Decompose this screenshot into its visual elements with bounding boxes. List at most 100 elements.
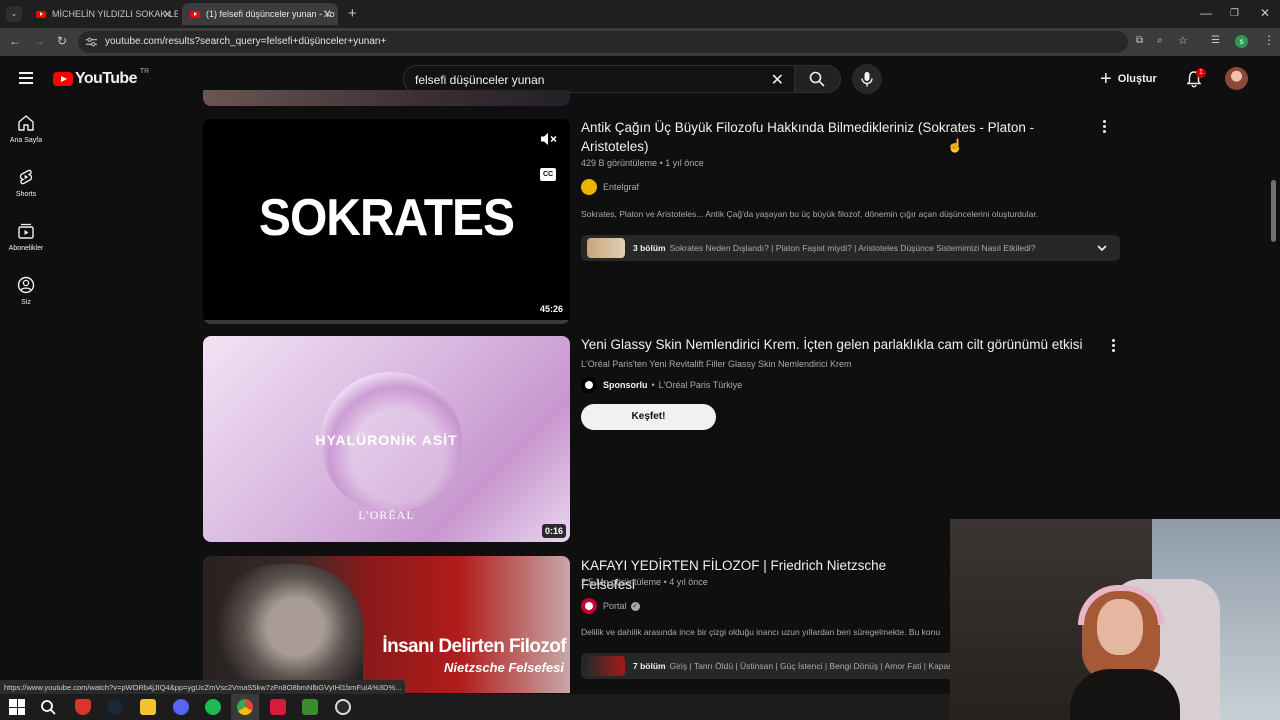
ad-thumbnail[interactable]: HYALÜRONİK ASİT L'ORÉAL 0:16: [203, 336, 570, 542]
sidebar-item-subscriptions[interactable]: Abonelikler: [0, 222, 52, 252]
home-icon: [18, 115, 34, 131]
sidebar-item-home[interactable]: Ana Sayfa: [0, 114, 52, 144]
advertiser-name: L'Oréal Paris Türkiye: [658, 380, 743, 390]
video-title-line: Aristoteles): [581, 139, 649, 154]
chapters-row[interactable]: 3 bölüm Sokrates Neden Dışlandı? | Plato…: [581, 235, 1120, 261]
ad-title[interactable]: Yeni Glassy Skin Nemlendirici Krem. İçte…: [581, 335, 1101, 354]
voice-search-button[interactable]: [852, 64, 882, 94]
youtube-logo[interactable]: YouTube TR: [53, 67, 150, 88]
address-bar[interactable]: youtube.com/results?search_query=felsefi…: [78, 31, 1188, 53]
thumbnail-subline: Nietzsche Felsefesi: [444, 660, 564, 675]
sidebar-item-label: Siz: [21, 299, 31, 306]
chapter-count: 3 bölüm: [633, 243, 666, 253]
browser-tab[interactable]: MİCHELİN YILDIZLI SOKAK LEZZ... ✕: [28, 3, 178, 25]
chapter-count: 7 bölüm: [633, 661, 666, 671]
video-thumbnail[interactable]: İnsanı Delirten Filozof Nietzsche Felsef…: [203, 556, 570, 693]
brand-mark: L'ORÉAL: [358, 508, 415, 522]
browser-tab-active[interactable]: (1) felsefi düşünceler yunan - Yo ✕: [182, 3, 338, 25]
verified-badge-icon: ✓: [630, 601, 640, 611]
tab-title: (1) felsefi düşünceler yunan - Yo: [206, 9, 335, 19]
file-explorer-icon[interactable]: [140, 699, 156, 715]
thumbnail-headline: İnsanı Delirten Filozof: [382, 636, 566, 657]
sidebar-item-label: Abonelikler: [8, 245, 44, 252]
discord-icon[interactable]: [173, 699, 189, 715]
shield-app-icon[interactable]: [75, 699, 91, 715]
install-app-icon[interactable]: ⧉: [1136, 35, 1143, 46]
mute-icon[interactable]: [540, 132, 558, 146]
shorts-icon: [19, 169, 33, 185]
video-thumbnail[interactable]: SOKRATES CC 45:26: [203, 119, 570, 324]
sidebar-item-label: Shorts: [15, 191, 37, 198]
advertiser-link[interactable]: Sponsorlu • L'Oréal Paris Türkiye: [581, 377, 742, 393]
zoom-icon[interactable]: ⌕: [1157, 35, 1163, 46]
video-title[interactable]: KAFAYI YEDİRTEN FİLOZOF | Friedrich Niet…: [581, 556, 941, 594]
progress-track[interactable]: [203, 320, 570, 324]
video-thumbnail[interactable]: [203, 90, 570, 106]
video-meta: 2,5 Mn görüntüleme • 4 yıl önce: [581, 577, 708, 587]
youtube-favicon-icon: [190, 10, 200, 18]
minimize-icon[interactable]: —: [1200, 6, 1212, 20]
closed-captions-icon[interactable]: CC: [540, 168, 556, 181]
windows-start-icon[interactable]: [9, 699, 25, 715]
spotify-icon[interactable]: [205, 699, 221, 715]
microphone-icon: [861, 72, 873, 87]
hand-cursor-icon: ☝: [947, 138, 964, 153]
create-button[interactable]: + Oluştur: [1100, 68, 1157, 90]
close-window-icon[interactable]: ✕: [1260, 6, 1270, 20]
sponsored-label: Sponsorlu: [603, 380, 648, 390]
close-tab-icon[interactable]: ✕: [163, 8, 172, 21]
site-info-icon[interactable]: [86, 37, 97, 47]
chevron-down-icon[interactable]: [1097, 244, 1107, 252]
account-avatar[interactable]: [1225, 67, 1248, 90]
sidebar-item-label: Ana Sayfa: [9, 137, 43, 144]
channel-link[interactable]: Entelgraf: [581, 179, 639, 195]
region-code: TR: [139, 67, 150, 75]
more-actions-icon[interactable]: [1103, 120, 1106, 135]
channel-link[interactable]: Portal ✓: [581, 598, 640, 614]
channel-name: Portal: [603, 601, 627, 611]
you-icon: [17, 276, 35, 294]
tab-list-chevron-icon[interactable]: ⌄: [6, 6, 22, 22]
back-icon[interactable]: ←: [9, 34, 21, 48]
bookmark-star-icon[interactable]: ☆: [1178, 34, 1188, 47]
obs-icon[interactable]: [335, 699, 351, 715]
more-actions-icon[interactable]: [1112, 339, 1115, 354]
advertiser-avatar: [581, 377, 597, 393]
green-arrow-app-icon[interactable]: [302, 699, 318, 715]
notification-count-badge: 1: [1196, 68, 1206, 78]
forward-icon[interactable]: →: [33, 34, 45, 48]
reading-list-icon[interactable]: ☰: [1211, 35, 1220, 46]
video-title[interactable]: Antik Çağın Üç Büyük Filozofu Hakkında B…: [581, 118, 1051, 156]
search-icon[interactable]: [40, 699, 56, 715]
reload-icon[interactable]: ↻: [57, 34, 67, 48]
chapter-list: Giriş | Tanrı Öldü | Üstinsan | Güç İste…: [669, 661, 950, 671]
search-button[interactable]: [795, 65, 841, 93]
chapter-thumbnail: [587, 656, 625, 676]
view-count: 2,5 Mn görüntüleme: [581, 577, 662, 587]
sidebar-item-you[interactable]: Siz: [0, 276, 52, 306]
new-tab-button[interactable]: +: [348, 5, 357, 22]
search-input[interactable]: felsefi düşünceler yunan ✕: [403, 65, 795, 93]
steam-icon[interactable]: [107, 699, 123, 715]
meta-separator: •: [663, 577, 667, 587]
video-duration: 0:16: [541, 524, 566, 538]
chapters-row[interactable]: 7 bölüm Giriş | Tanrı Öldü | Üstinsan | …: [581, 653, 950, 679]
video-duration: 45:26: [536, 302, 566, 316]
sidebar-item-shorts[interactable]: Shorts: [0, 168, 52, 198]
youtube-favicon-icon: [36, 10, 46, 18]
view-count: 429 B görüntüleme: [581, 158, 658, 168]
close-tab-icon[interactable]: ✕: [323, 8, 332, 21]
browser-menu-icon[interactable]: ⋮: [1263, 33, 1275, 47]
subscriptions-icon: [18, 223, 34, 239]
thumbnail-title-text: HYALÜRONİK ASİT: [315, 432, 458, 448]
chrome-icon[interactable]: [237, 699, 253, 715]
menu-icon[interactable]: [19, 72, 33, 84]
restore-icon[interactable]: ❐: [1230, 8, 1239, 19]
red-app-icon[interactable]: [270, 699, 286, 715]
search-query: felsefi düşünceler yunan: [415, 73, 545, 87]
profile-avatar[interactable]: s: [1235, 35, 1248, 48]
explore-cta-button[interactable]: Keşfet!: [581, 404, 716, 430]
page-scrollbar[interactable]: [1271, 180, 1276, 242]
video-title-line: Antik Çağın Üç Büyük Filozofu Hakkında B…: [581, 120, 1035, 135]
clear-search-icon[interactable]: ✕: [771, 70, 784, 90]
